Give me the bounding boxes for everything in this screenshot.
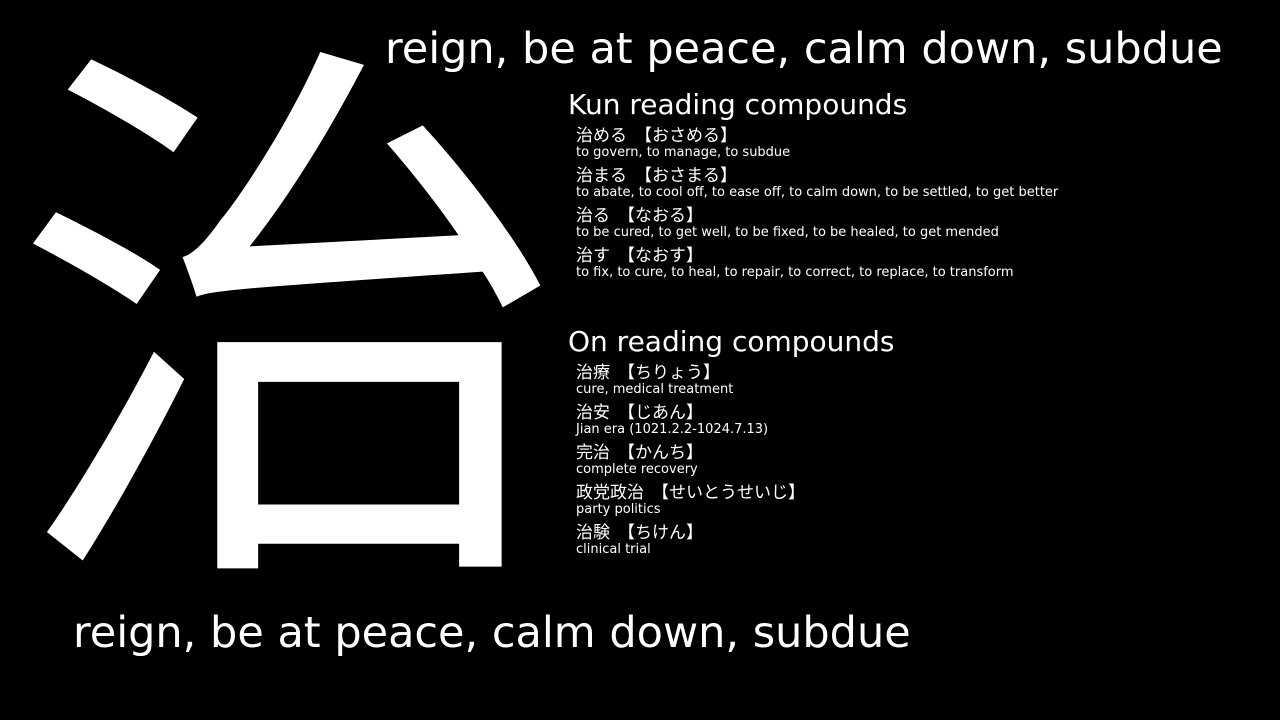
on-compound: 治安 【じあん】 Jian era (1021.2.2-1024.7.13) xyxy=(576,403,895,443)
compound-word: 治療 xyxy=(576,363,610,383)
kanji-character: 治 xyxy=(10,4,570,656)
compound-reading: 【おさめる】 xyxy=(635,126,737,146)
kun-compound: 治める 【おさめる】 to govern, to manage, to subdu… xyxy=(576,126,1058,166)
kun-compound: 治まる 【おさまる】 to abate, to cool off, to ease… xyxy=(576,166,1058,206)
compound-head: 治す 【なおす】 xyxy=(576,246,1058,266)
compound-reading: 【なおる】 xyxy=(618,206,703,226)
compound-gloss: to govern, to manage, to subdue xyxy=(576,145,791,160)
on-reading-title: On reading compounds xyxy=(568,325,895,358)
compound-word: 治す xyxy=(576,246,610,266)
compound-head: 治療 【ちりょう】 xyxy=(576,363,895,383)
kun-reading-section: Kun reading compounds 治める 【おさめる】 to gover… xyxy=(568,88,1058,286)
compound-gloss: to be cured, to get well, to be fixed, t… xyxy=(576,225,999,240)
compound-head: 政党政治 【せいとうせいじ】 xyxy=(576,483,895,503)
compound-reading: 【せいとうせいじ】 xyxy=(652,483,805,503)
compound-gloss: complete recovery xyxy=(576,462,698,477)
compound-head: 治る 【なおる】 xyxy=(576,206,1058,226)
kun-reading-title: Kun reading compounds xyxy=(568,88,908,121)
compound-gloss: to fix, to cure, to heal, to repair, to … xyxy=(576,265,1014,280)
compound-reading: 【じあん】 xyxy=(618,403,703,423)
compound-gloss: to abate, to cool off, to ease off, to c… xyxy=(576,185,1059,200)
compound-head: 治まる 【おさまる】 xyxy=(576,166,1058,186)
compound-word: 治める xyxy=(576,126,627,146)
kun-compound: 治す 【なおす】 to fix, to cure, to heal, to rep… xyxy=(576,246,1058,286)
compound-reading: 【かんち】 xyxy=(618,443,703,463)
on-compound: 完治 【かんち】 complete recovery xyxy=(576,443,895,483)
compound-reading: 【ちりょう】 xyxy=(618,363,720,383)
kun-compound: 治る 【なおる】 to be cured, to get well, to be … xyxy=(576,206,1058,246)
compound-word: 治安 xyxy=(576,403,610,423)
on-reading-section: On reading compounds 治療 【ちりょう】 cure, medi… xyxy=(568,325,895,563)
on-compound: 治療 【ちりょう】 cure, medical treatment xyxy=(576,363,895,403)
compound-gloss: cure, medical treatment xyxy=(576,382,734,397)
on-compound: 政党政治 【せいとうせいじ】 party politics xyxy=(576,483,895,523)
compound-word: 治まる xyxy=(576,166,627,186)
compound-gloss: Jian era (1021.2.2-1024.7.13) xyxy=(576,422,769,437)
compound-word: 完治 xyxy=(576,443,610,463)
meaning-top: reign, be at peace, calm down, subdue xyxy=(385,24,1223,74)
compound-reading: 【なおす】 xyxy=(618,246,703,266)
compound-head: 完治 【かんち】 xyxy=(576,443,895,463)
compound-word: 治験 xyxy=(576,523,610,543)
compound-gloss: party politics xyxy=(576,502,661,517)
compound-head: 治める 【おさめる】 xyxy=(576,126,1058,146)
compound-gloss: clinical trial xyxy=(576,542,651,557)
compound-reading: 【ちけん】 xyxy=(618,523,703,543)
meaning-bottom: reign, be at peace, calm down, subdue xyxy=(73,608,911,658)
compound-head: 治安 【じあん】 xyxy=(576,403,895,423)
compound-reading: 【おさまる】 xyxy=(635,166,737,186)
compound-word: 治る xyxy=(576,206,610,226)
compound-head: 治験 【ちけん】 xyxy=(576,523,895,543)
on-compound: 治験 【ちけん】 clinical trial xyxy=(576,523,895,563)
compound-word: 政党政治 xyxy=(576,483,644,503)
